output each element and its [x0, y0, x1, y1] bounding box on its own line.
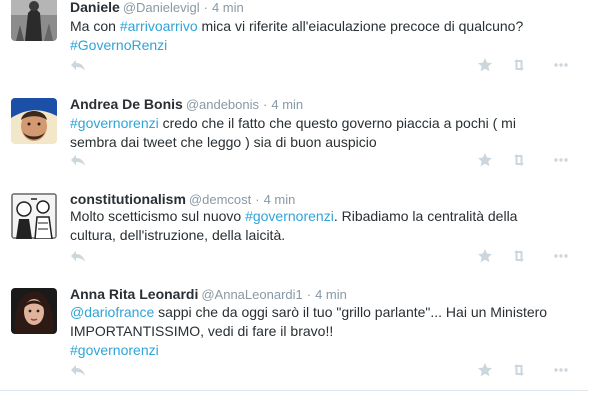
tweet-line: IMPORTANTISSIMO, vedi di fare il bravo!!: [70, 322, 570, 341]
tweet-text: #governorenzi credo che il fatto che que…: [70, 114, 570, 152]
tweet-header: Anna Rita Leonardi @AnnaLeonardi1 · 4 min: [70, 286, 347, 303]
more-icon[interactable]: [553, 248, 569, 264]
timestamp[interactable]: 4 min: [315, 287, 347, 302]
timestamp[interactable]: 4 min: [212, 0, 244, 15]
retweet-icon[interactable]: [511, 57, 527, 73]
separator: ·: [263, 97, 268, 112]
author-handle[interactable]: @Danielevigl: [123, 0, 200, 15]
timestamp[interactable]: 4 min: [264, 192, 296, 207]
star-icon[interactable]: [477, 57, 493, 73]
tweet[interactable]: Daniele @Danielevigl · 4 min Ma con #arrivo…: [0, 0, 588, 85]
tweet-line: cultura, dell'istruzione, della laicità.: [70, 226, 570, 245]
reply-icon[interactable]: [70, 57, 86, 73]
hashtag-link[interactable]: #GovernoRenzi: [70, 37, 167, 53]
avatar[interactable]: [11, 98, 57, 144]
text-segment: Molto scetticismo sul nuovo: [70, 208, 246, 224]
tweet-line: @dariofrance sappi che da oggi sarò il t…: [70, 303, 570, 322]
star-icon[interactable]: [477, 248, 493, 264]
tweet[interactable]: constitutionalism @demcost · 4 min Molto sc…: [0, 180, 588, 276]
tweet-line: sembra dai tweet che leggo ) sia di buon…: [70, 133, 570, 152]
author-handle[interactable]: @demcost: [189, 192, 251, 207]
retweet-icon[interactable]: [511, 248, 527, 264]
tweet-line: Molto scetticismo sul nuovo #governorenz…: [70, 207, 570, 226]
avatar[interactable]: [11, 0, 57, 41]
author-handle[interactable]: @andebonis: [186, 97, 259, 112]
hashtag-link[interactable]: #governorenzi: [245, 208, 334, 224]
tweet[interactable]: Anna Rita Leonardi @AnnaLeonardi1 · 4 min @…: [0, 275, 588, 391]
tweet-text: Ma con #arrivoarrivo mica vi riferite al…: [70, 17, 570, 55]
tweet-header: Andrea De Bonis @andebonis · 4 min: [70, 96, 303, 113]
author-name[interactable]: Daniele: [70, 0, 120, 15]
author-name[interactable]: constitutionalism: [70, 191, 186, 207]
more-icon[interactable]: [553, 362, 569, 378]
tweet-actions: [0, 362, 588, 378]
tweet-header: Daniele @Danielevigl · 4 min: [70, 0, 244, 16]
author-handle[interactable]: @AnnaLeonardi1: [201, 287, 302, 302]
star-icon[interactable]: [477, 362, 493, 378]
text-segment: sappi che da oggi sarò il tuo "grillo pa…: [154, 304, 548, 320]
avatar[interactable]: [11, 288, 57, 334]
hashtag-link[interactable]: #governorenzi: [70, 115, 159, 131]
tweet-line: #governorenzi: [70, 341, 570, 360]
text-segment: Ma con: [70, 18, 120, 34]
separator: ·: [255, 192, 260, 207]
text-segment: cultura, dell'istruzione, della laicità.: [70, 227, 286, 243]
author-name[interactable]: Andrea De Bonis: [70, 96, 183, 112]
reply-icon[interactable]: [70, 248, 86, 264]
reply-icon[interactable]: [70, 152, 86, 168]
tweet-header: constitutionalism @demcost · 4 min: [70, 191, 295, 208]
mention-link[interactable]: @dariofrance: [70, 304, 154, 320]
tweet-line: Ma con #arrivoarrivo mica vi riferite al…: [70, 17, 570, 36]
tweet[interactable]: Andrea De Bonis @andebonis · 4 min #governo…: [0, 84, 588, 181]
separator: ·: [306, 287, 312, 302]
text-segment: IMPORTANTISSIMO, vedi di fare il bravo!!: [70, 323, 334, 339]
tweet-line: #governorenzi credo che il fatto che que…: [70, 114, 570, 133]
text-segment: sembra dai tweet che leggo ) sia di buon…: [70, 134, 377, 150]
hashtag-link[interactable]: #arrivoarrivo: [120, 18, 198, 34]
tweet-text: @dariofrance sappi che da oggi sarò il t…: [70, 303, 570, 360]
more-icon[interactable]: [553, 57, 569, 73]
author-name[interactable]: Anna Rita Leonardi: [70, 286, 198, 302]
more-icon[interactable]: [553, 152, 569, 168]
separator: ·: [203, 0, 208, 15]
tweet-line: #GovernoRenzi: [70, 36, 570, 55]
tweet-actions: [0, 57, 588, 73]
tweet-actions: [0, 152, 588, 168]
avatar[interactable]: [11, 193, 57, 239]
reply-icon[interactable]: [70, 362, 86, 378]
retweet-icon[interactable]: [511, 362, 527, 378]
text-segment: . Ribadiamo la centralità della: [333, 208, 518, 224]
retweet-icon[interactable]: [511, 152, 527, 168]
tweet-actions: [0, 248, 588, 264]
star-icon[interactable]: [477, 152, 493, 168]
text-segment: credo che il fatto che questo governo pi…: [158, 115, 516, 131]
text-segment: mica vi riferite all'eiaculazione precoc…: [197, 18, 524, 34]
tweet-text: Molto scetticismo sul nuovo #governorenz…: [70, 207, 570, 245]
hashtag-link[interactable]: #governorenzi: [70, 342, 159, 358]
timestamp[interactable]: 4 min: [271, 97, 303, 112]
